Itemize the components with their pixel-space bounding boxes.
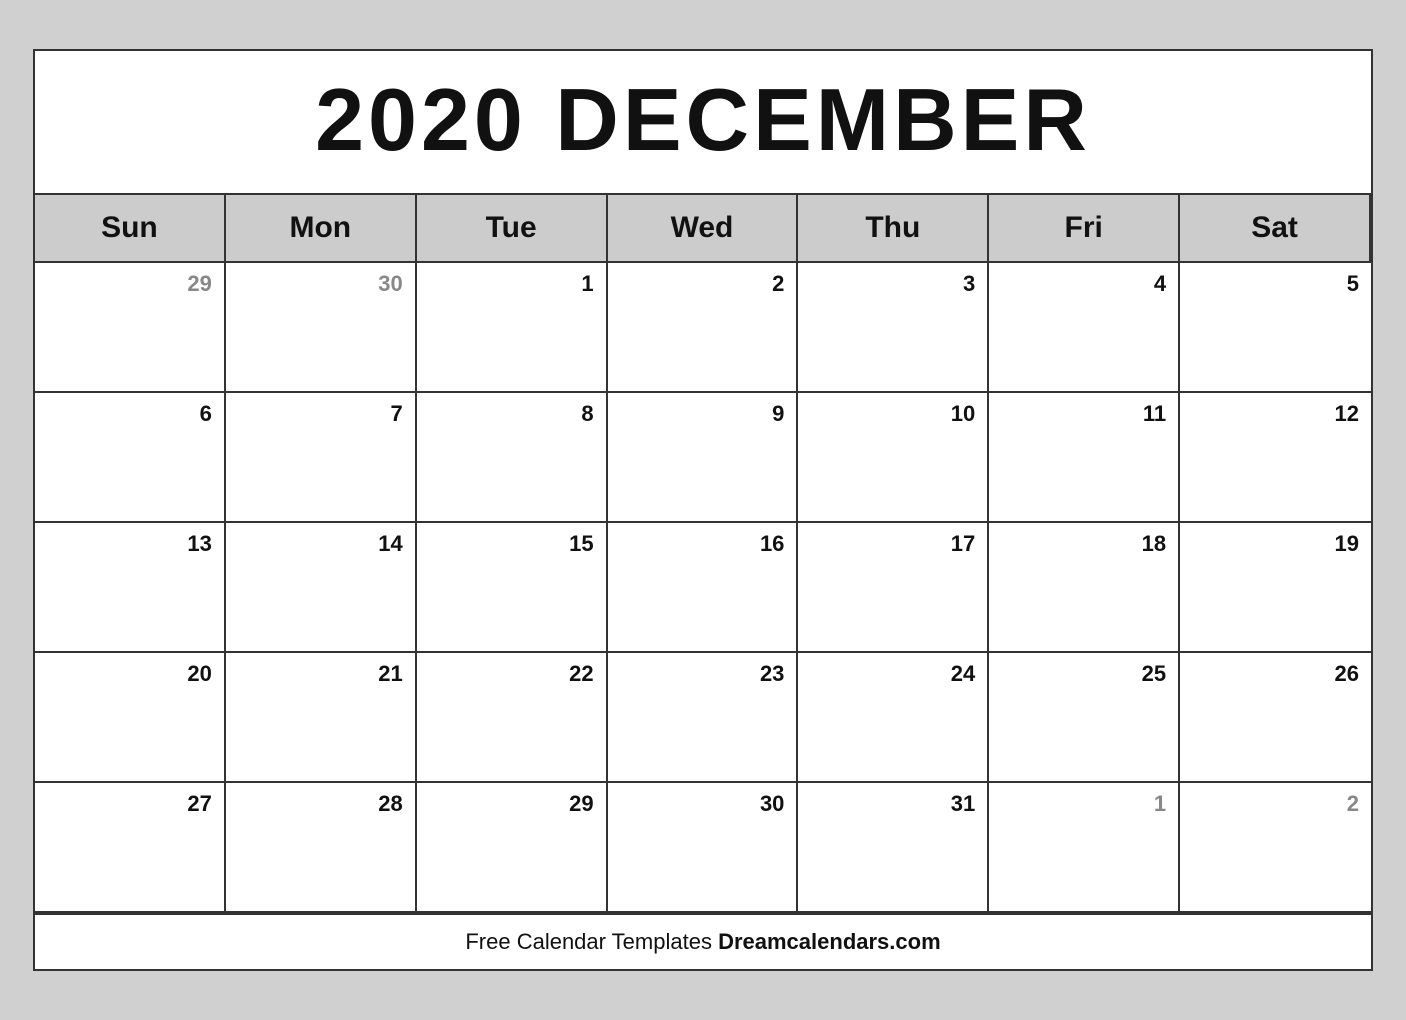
day-cell: 2 [1180,783,1371,913]
day-cell: 1 [417,263,608,393]
day-cell: 13 [35,523,226,653]
day-header-sun: Sun [35,195,226,263]
calendar-grid: SunMonTueWedThuFriSat2930123456789101112… [35,195,1371,913]
day-cell: 6 [35,393,226,523]
day-cell: 10 [798,393,989,523]
day-cell: 8 [417,393,608,523]
day-cell: 30 [608,783,799,913]
footer-normal-text: Free Calendar Templates [465,929,718,954]
day-cell: 30 [226,263,417,393]
day-cell: 22 [417,653,608,783]
day-cell: 20 [35,653,226,783]
day-cell: 24 [798,653,989,783]
day-cell: 15 [417,523,608,653]
day-cell: 16 [608,523,799,653]
day-cell: 17 [798,523,989,653]
footer-bold-text: Dreamcalendars.com [718,929,941,954]
day-cell: 31 [798,783,989,913]
day-header-mon: Mon [226,195,417,263]
day-cell: 11 [989,393,1180,523]
day-header-fri: Fri [989,195,1180,263]
day-cell: 2 [608,263,799,393]
day-cell: 29 [35,263,226,393]
day-header-thu: Thu [798,195,989,263]
day-cell: 19 [1180,523,1371,653]
day-header-tue: Tue [417,195,608,263]
day-cell: 14 [226,523,417,653]
day-cell: 23 [608,653,799,783]
day-cell: 5 [1180,263,1371,393]
day-cell: 26 [1180,653,1371,783]
day-cell: 7 [226,393,417,523]
calendar-footer: Free Calendar Templates Dreamcalendars.c… [35,913,1371,969]
day-cell: 3 [798,263,989,393]
day-header-wed: Wed [608,195,799,263]
calendar-header: 2020 DECEMBER [35,51,1371,195]
day-cell: 21 [226,653,417,783]
day-cell: 27 [35,783,226,913]
day-cell: 25 [989,653,1180,783]
day-cell: 12 [1180,393,1371,523]
day-cell: 28 [226,783,417,913]
calendar: 2020 DECEMBER SunMonTueWedThuFriSat29301… [33,49,1373,971]
day-cell: 29 [417,783,608,913]
day-cell: 4 [989,263,1180,393]
day-cell: 9 [608,393,799,523]
day-cell: 18 [989,523,1180,653]
calendar-title: 2020 DECEMBER [45,69,1361,171]
day-header-sat: Sat [1180,195,1371,263]
day-cell: 1 [989,783,1180,913]
